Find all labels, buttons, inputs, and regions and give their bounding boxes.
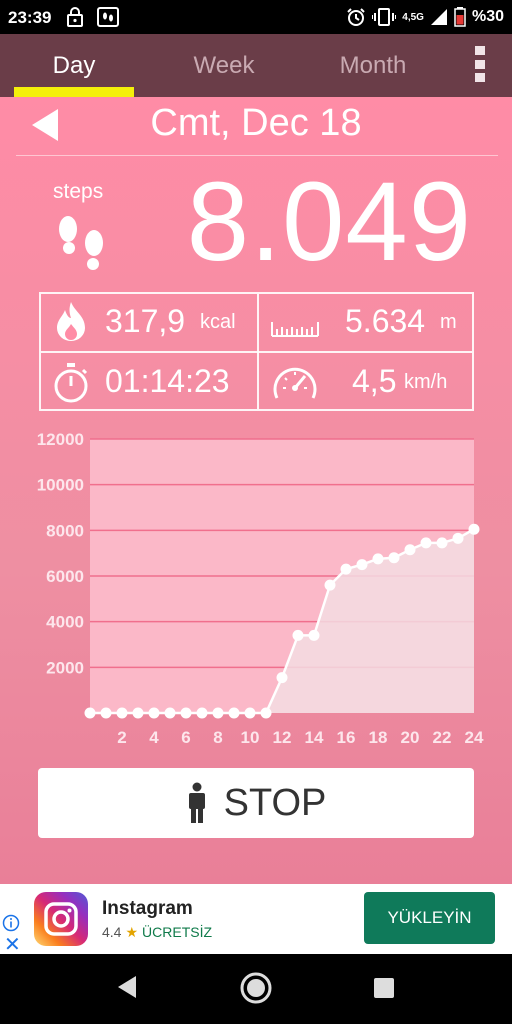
status-bar: 23:39 4,5G %30 <box>0 0 512 34</box>
overflow-menu-icon[interactable] <box>468 44 492 84</box>
chart-point <box>420 537 432 549</box>
stop-button-label: STOP <box>223 781 327 824</box>
distance-value: 5.634 <box>345 303 426 339</box>
y-tick-label: 4000 <box>46 613 84 632</box>
stats-divider-horizontal <box>41 351 472 353</box>
navigation-bar <box>0 954 512 1024</box>
date-title: Cmt, Dec 18 <box>150 102 362 144</box>
y-tick-label: 8000 <box>46 521 84 540</box>
y-tick-label: 10000 <box>37 476 84 495</box>
signal-icon <box>430 9 447 25</box>
chart-point <box>388 552 400 564</box>
network-type: 4,5G <box>402 11 424 23</box>
x-tick-label: 8 <box>213 728 222 747</box>
calories-unit: kcal <box>200 311 236 333</box>
speed-value: 4,5 <box>352 363 397 399</box>
alarm-icon <box>347 8 365 26</box>
speedometer-icon <box>273 367 317 399</box>
steps-count: 8.049 <box>186 159 472 284</box>
flame-icon <box>57 302 85 341</box>
speed-unit: km/h <box>404 371 448 393</box>
chart-point <box>276 672 288 684</box>
stopwatch-icon <box>54 363 88 403</box>
divider <box>16 155 498 156</box>
chart-point <box>228 707 240 719</box>
x-tick-label: 2 <box>117 728 126 747</box>
battery-icon <box>454 7 466 27</box>
steps-label: steps <box>53 180 104 203</box>
chart-point <box>212 707 224 719</box>
x-tick-label: 4 <box>149 728 159 747</box>
instagram-logo-icon <box>34 892 88 946</box>
status-time: 23:39 <box>8 8 52 27</box>
active-tab-indicator <box>14 87 134 97</box>
x-tick-label: 6 <box>181 728 190 747</box>
x-tick-label: 20 <box>401 728 420 747</box>
tab-month[interactable]: Month <box>312 34 434 97</box>
back-arrow-icon[interactable] <box>30 108 60 142</box>
chart-point <box>244 707 256 719</box>
chart-point <box>116 707 128 719</box>
chart-point <box>356 559 368 571</box>
ad-title: Instagram <box>102 898 193 919</box>
chart-point <box>436 537 448 549</box>
x-tick-label: 12 <box>273 728 292 747</box>
steps-chart: 200040006000800010000120002 4 6 8 10 12 14 16 18… <box>37 430 484 747</box>
ruler-icon <box>271 322 319 337</box>
stop-button[interactable]: STOP <box>38 768 474 838</box>
x-tick-label: 16 <box>337 728 356 747</box>
star-icon: ★ <box>125 924 139 940</box>
chart-point <box>308 629 320 641</box>
chart-point <box>452 532 464 544</box>
nav-home-icon[interactable] <box>239 971 273 1005</box>
ad-price: ÜCRETSİZ <box>142 924 213 940</box>
tab-week[interactable]: Week <box>164 34 284 97</box>
chart-point <box>468 523 480 535</box>
nav-back-icon[interactable] <box>114 972 140 1002</box>
distance-unit: m <box>440 311 457 333</box>
ad-info-icon[interactable] <box>2 914 20 932</box>
chart-point <box>404 544 416 556</box>
footprints-icon <box>59 216 103 270</box>
vibrate-icon <box>372 8 397 26</box>
chart-point <box>148 707 160 719</box>
calories-value: 317,9 <box>105 303 186 339</box>
lock-icon <box>67 7 83 27</box>
chart-point <box>292 629 304 641</box>
person-icon <box>188 782 205 823</box>
x-tick-label: 22 <box>433 728 452 747</box>
app-notification-icon <box>97 7 119 27</box>
chart-point <box>340 563 352 575</box>
duration-value: 01:14:23 <box>105 363 230 399</box>
y-tick-label: 12000 <box>37 430 84 449</box>
x-tick-label: 14 <box>305 728 324 747</box>
battery-percent: %30 <box>471 8 504 25</box>
chart-point <box>372 553 384 565</box>
nav-recents-icon[interactable] <box>372 976 396 1000</box>
x-tick-label: 18 <box>369 728 388 747</box>
status-right: 4,5G %30 <box>346 7 504 27</box>
ad-rating-row: 4.4 ★ ÜCRETSİZ <box>102 924 212 941</box>
ad-rating: 4.4 <box>102 924 122 940</box>
chart-point <box>180 707 192 719</box>
chart-point <box>84 707 96 719</box>
chart-point <box>324 579 336 591</box>
chart-point <box>132 707 144 719</box>
chart-point <box>196 707 208 719</box>
y-tick-label: 2000 <box>46 658 84 677</box>
ad-install-button[interactable]: YÜKLEYİN <box>364 892 495 944</box>
y-tick-label: 6000 <box>46 567 84 586</box>
x-tick-label: 24 <box>465 728 484 747</box>
chart-point <box>260 707 272 719</box>
chart-point <box>100 707 112 719</box>
x-tick-label: 10 <box>241 728 260 747</box>
chart-point <box>164 707 176 719</box>
